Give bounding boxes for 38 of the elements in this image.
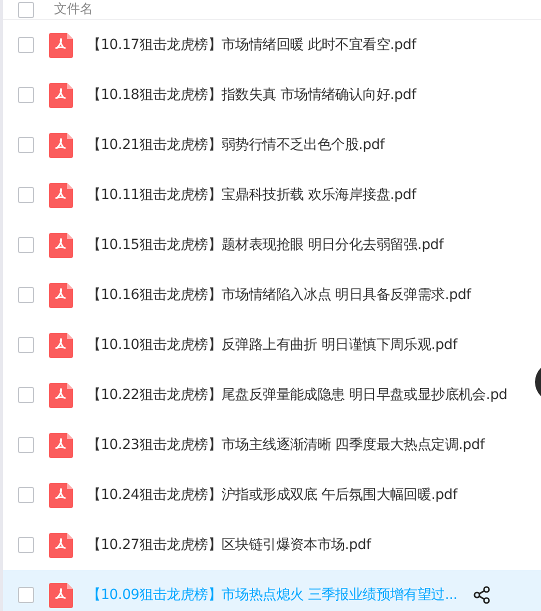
pdf-file-icon	[49, 532, 73, 558]
checkbox[interactable]	[18, 337, 34, 353]
checkbox[interactable]	[18, 37, 34, 53]
checkbox[interactable]	[18, 487, 34, 503]
pdf-file-icon	[49, 32, 73, 58]
checkbox[interactable]	[18, 237, 34, 253]
pdf-file-icon	[49, 232, 73, 258]
checkbox[interactable]	[18, 587, 34, 603]
checkbox[interactable]	[18, 187, 34, 203]
pdf-file-icon	[49, 482, 73, 508]
file-name[interactable]: 【10.17狙击龙虎榜】市场情绪回暖 此时不宜看空.pdf	[87, 34, 416, 56]
pdf-file-icon	[49, 432, 73, 458]
pdf-file-icon	[49, 382, 73, 408]
checkbox[interactable]	[18, 137, 34, 153]
checkbox[interactable]	[18, 537, 34, 553]
checkbox[interactable]	[18, 287, 34, 303]
file-name[interactable]: 【10.10狙击龙虎榜】反弹路上有曲折 明日谨慎下周乐观.pdf	[87, 334, 458, 356]
file-name[interactable]: 【10.15狙击龙虎榜】题材表现抢眼 明日分化去弱留强.pdf	[87, 234, 444, 256]
file-name[interactable]: 【10.23狙击龙虎榜】市场主线逐渐清晰 四季度最大热点定调.pdf	[87, 434, 484, 456]
pdf-file-icon	[49, 182, 73, 208]
file-name[interactable]: 【10.24狙击龙虎榜】沪指或形成双底 午后氛围大幅回暖.pdf	[87, 484, 458, 506]
pdf-file-icon	[49, 132, 73, 158]
pdf-file-icon	[49, 332, 73, 358]
column-header[interactable]: 文件名	[54, 2, 93, 17]
checkbox[interactable]	[18, 87, 34, 103]
file-name[interactable]: 【10.21狙击龙虎榜】弱势行情不乏出色个股.pdf	[87, 134, 384, 156]
pdf-file-icon	[49, 582, 73, 608]
file-name[interactable]: 【10.18狙击龙虎榜】指数失真 市场情绪确认向好.pdf	[87, 84, 416, 106]
file-name[interactable]: 【10.22狙击龙虎榜】尾盘反弹量能成隐患 明日早盘或显抄底机会.pd	[87, 384, 508, 406]
share-icon[interactable]	[473, 586, 492, 604]
file-name[interactable]: 【10.16狙击龙虎榜】市场情绪陷入冰点 明日具备反弹需求.pdf	[87, 284, 471, 306]
checkbox[interactable]	[18, 387, 34, 403]
checkbox[interactable]	[18, 437, 34, 453]
file-name[interactable]: 【10.27狙击龙虎榜】区块链引爆资本市场.pdf	[87, 534, 371, 556]
pdf-file-icon	[49, 82, 73, 108]
checkbox[interactable]	[18, 2, 34, 18]
file-name[interactable]: 【10.11狙击龙虎榜】宝鼎科技折载 欢乐海岸接盘.pdf	[87, 184, 416, 206]
pdf-file-icon	[49, 282, 73, 308]
